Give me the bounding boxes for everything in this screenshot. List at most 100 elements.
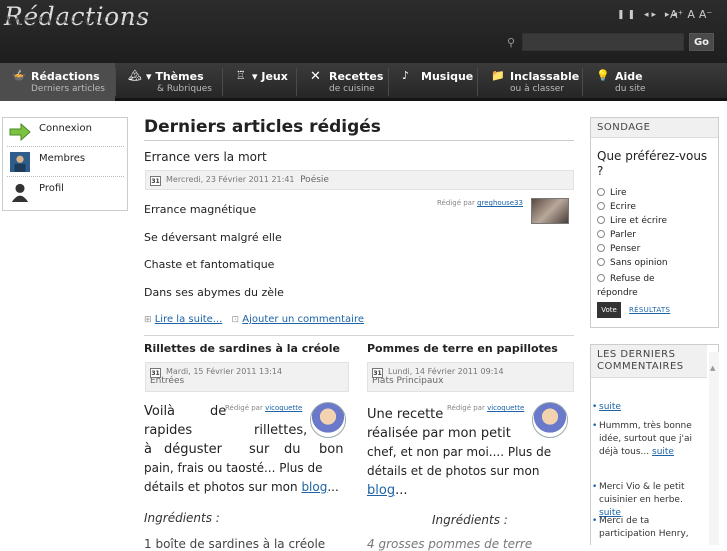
- comment-link[interactable]: suite: [599, 402, 621, 412]
- themes-icon: 🏔: [128, 69, 142, 82]
- comment-icon: ⊡: [231, 315, 240, 325]
- menu-item-membres[interactable]: Membres: [7, 148, 124, 177]
- nav-item-redactions[interactable]: 🍲 Rédactions Derniers articles: [0, 63, 115, 101]
- divider: [144, 335, 574, 336]
- nav-title: Musique: [421, 70, 474, 83]
- arrow-right-icon: [9, 122, 31, 142]
- font-increase-button[interactable]: A⁺: [670, 8, 683, 21]
- nav-subtitle: Derniers articles: [31, 84, 105, 94]
- poll-box: SONDAGE Que préférez-vous ? Lire Ecrire …: [590, 117, 719, 328]
- ingredient-line: 1 boîte de sardines à la créole: [144, 537, 326, 551]
- nav-item-themes[interactable]: 🏔 ▾ Thèmes & Rubriques: [117, 63, 216, 101]
- article-links: ⊞ Lire la suite... ⊡ Ajouter un commenta…: [144, 314, 364, 325]
- poll-option[interactable]: Penser: [597, 244, 640, 254]
- article-title[interactable]: Pommes de terre en papillotes: [367, 342, 558, 355]
- poem-line: Dans ses abymes du zèle: [144, 286, 284, 299]
- main-nav: 🍲 Rédactions Derniers articles 🏔 ▾ Thème…: [0, 63, 727, 101]
- poll-question: Que préférez-vous ?: [597, 149, 708, 178]
- page-title: Derniers articles rédigés: [144, 117, 381, 137]
- article-title[interactable]: Errance vers la mort: [144, 150, 267, 164]
- scroll-up-icon[interactable]: ▲: [710, 364, 715, 372]
- calendar-icon: 31: [150, 368, 161, 378]
- comment-item: • Hummm, très bonne idée, surtout que j'a…: [592, 421, 693, 457]
- radio-button[interactable]: [597, 274, 605, 282]
- user-menu: Connexion Membres Profil: [2, 117, 128, 211]
- nav-title: ▾ Thèmes: [146, 70, 204, 83]
- members-icon: [10, 152, 30, 172]
- poem-line: Se déversant malgré elle: [144, 231, 282, 244]
- calendar-icon: 31: [372, 368, 383, 378]
- nav-item-aide[interactable]: 💡 Aide du site: [584, 63, 654, 101]
- radio-button[interactable]: [597, 202, 605, 210]
- font-decrease-button[interactable]: A⁻: [699, 8, 712, 21]
- divider: [144, 140, 574, 141]
- comment-item: • suite: [592, 402, 621, 412]
- article-date: Lundi, 14 Février 2011 09:14: [388, 367, 504, 376]
- utensils-icon: ✕: [310, 69, 321, 84]
- read-more-link[interactable]: Lire la suite...: [155, 314, 223, 325]
- radio-button[interactable]: [597, 188, 605, 196]
- radio-button[interactable]: [597, 244, 605, 252]
- music-icon: ♪: [402, 69, 410, 82]
- blog-link[interactable]: blog: [301, 480, 327, 494]
- profile-icon: [11, 183, 29, 202]
- ingredients-heading: Ingrédients :: [432, 513, 508, 527]
- comments-header: LES DERNIERS COMMENTAIRES: [591, 345, 707, 378]
- poll-option[interactable]: Sans opinion: [597, 258, 668, 268]
- nav-title: ▾ Jeux: [252, 70, 288, 83]
- menu-item-label: Connexion: [39, 123, 92, 134]
- font-reset-button[interactable]: A: [687, 8, 695, 21]
- radio-button[interactable]: [597, 216, 605, 224]
- blog-link[interactable]: blog: [367, 483, 395, 498]
- menu-item-connexion[interactable]: Connexion: [7, 118, 124, 147]
- site-logo-reflection: Rédactions: [4, 13, 145, 29]
- search-go-button[interactable]: Go: [689, 33, 714, 51]
- nav-item-musique[interactable]: ♪ Musique: [390, 63, 475, 101]
- nav-subtitle: ou à classer: [510, 84, 565, 94]
- lightbulb-icon: 💡: [596, 69, 610, 82]
- menu-item-profil[interactable]: Profil: [7, 178, 124, 207]
- nav-subtitle: & Rubriques: [157, 84, 212, 94]
- poll-header: SONDAGE: [591, 118, 718, 138]
- results-link[interactable]: RÉSULTATS: [629, 306, 670, 314]
- poll-option[interactable]: Parler: [597, 230, 636, 240]
- search-input[interactable]: [522, 33, 684, 51]
- nav-title: Aide: [615, 70, 643, 83]
- menu-item-label: Membres: [39, 153, 86, 164]
- author-avatar[interactable]: [531, 198, 569, 224]
- calendar-icon: 31: [150, 176, 161, 186]
- nav-title: Recettes: [329, 70, 384, 83]
- radio-button[interactable]: [597, 230, 605, 238]
- article-byline: Rédigé par greghouse33: [437, 199, 523, 207]
- nav-title: Inclassable: [510, 70, 580, 83]
- poem-line: Errance magnétique: [144, 203, 257, 216]
- article-date: Mardi, 15 Février 2011 13:14: [166, 367, 283, 376]
- search-icon: ⚲: [507, 36, 516, 49]
- menu-item-label: Profil: [39, 183, 64, 194]
- radio-button[interactable]: [597, 258, 605, 266]
- ingredient-line: 4 grosses pommes de terre: [367, 537, 533, 551]
- article-excerpt: Voilà de rapides rillettes, à déguster sur du…: [144, 404, 344, 494]
- comments-scrollbar[interactable]: [709, 352, 719, 545]
- article-category[interactable]: Poésie: [300, 175, 329, 185]
- author-link[interactable]: greghouse33: [477, 199, 523, 207]
- article-excerpt: Une recette réalisée par mon petit chef,…: [367, 407, 552, 498]
- bowl-icon: 🍲: [12, 69, 26, 82]
- poll-option[interactable]: Ecrire: [597, 202, 636, 212]
- nav-title: Rédactions: [31, 70, 100, 83]
- poll-option[interactable]: Refuse de répondre: [597, 272, 697, 300]
- plus-icon: ⊞: [144, 315, 152, 325]
- article-meta: 31 Lundi, 14 Février 2011 09:14 Plats Pr…: [367, 362, 574, 392]
- comment-item: • Merci de ta participation Henry,: [592, 516, 689, 539]
- nav-item-inclassable[interactable]: 📁 Inclassable ou à classer: [479, 63, 580, 101]
- poll-option[interactable]: Lire: [597, 188, 627, 198]
- vote-button[interactable]: Vote: [597, 302, 621, 318]
- nav-item-jeux[interactable]: ♖ ▾ Jeux: [224, 63, 294, 101]
- article-title[interactable]: Rillettes de sardines à la créole: [144, 342, 340, 355]
- chess-icon: ♖: [236, 69, 246, 82]
- add-comment-link[interactable]: Ajouter un commentaire: [242, 314, 364, 325]
- comment-link[interactable]: suite: [652, 447, 674, 457]
- poll-option[interactable]: Lire et écrire: [597, 216, 667, 226]
- nav-item-recettes[interactable]: ✕ Recettes de cuisine: [298, 63, 386, 101]
- article-date: Mercredi, 23 Février 2011 21:41: [166, 175, 295, 184]
